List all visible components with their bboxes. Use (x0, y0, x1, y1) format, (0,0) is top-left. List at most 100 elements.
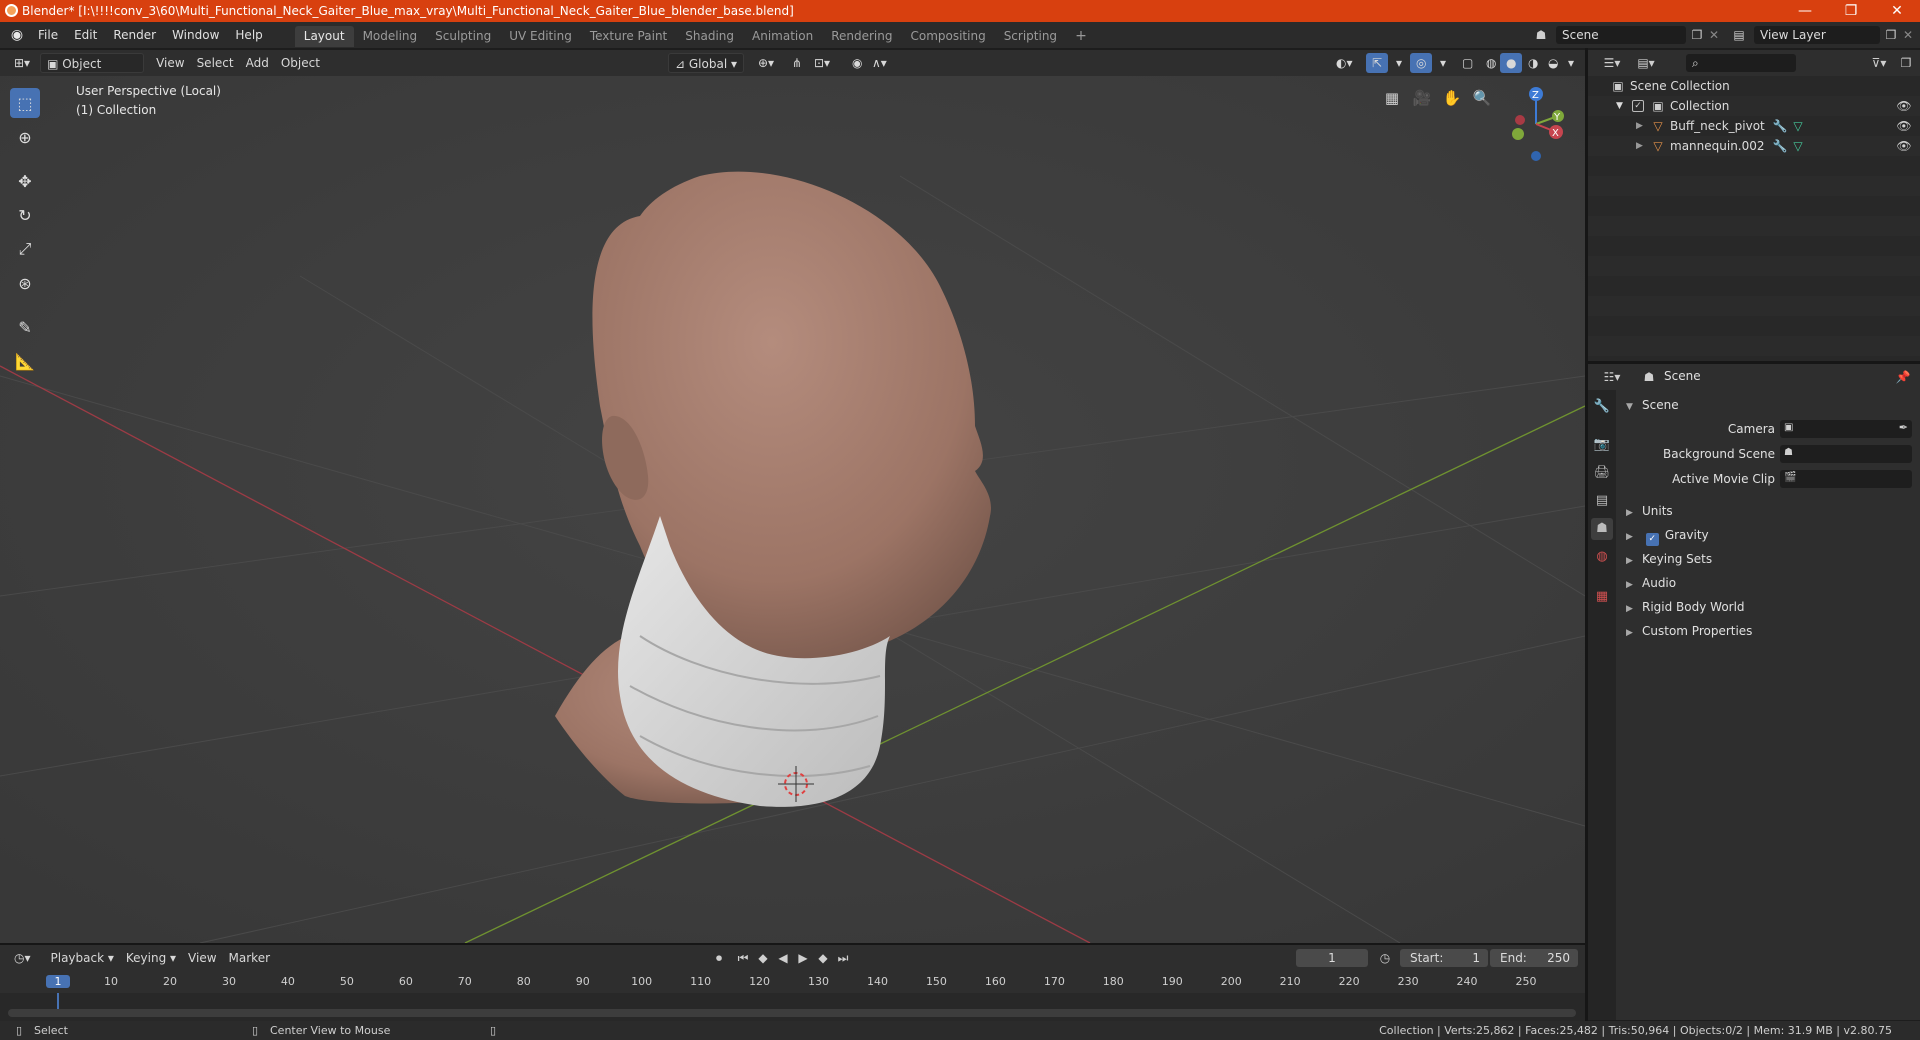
audio-panel-header[interactable]: ▶ Audio (1626, 572, 1676, 594)
scene-selector[interactable]: Scene (1556, 26, 1686, 44)
tab-animation[interactable]: Animation (743, 26, 822, 47)
measure-tool-icon[interactable]: 📐 (10, 346, 40, 376)
background-scene-field[interactable]: ☗ (1780, 445, 1912, 463)
transform-tool-icon[interactable]: ⊛ (10, 268, 40, 298)
minimize-button[interactable]: — (1782, 0, 1828, 22)
overlays-toggle-icon[interactable]: ◎ (1410, 53, 1433, 73)
outliner-row-object[interactable]: ▶ ▽ mannequin.002 🔧 ▽ 👁 (1588, 136, 1920, 156)
expand-toggle-icon[interactable]: ▶ (1636, 116, 1643, 136)
overlays-dropdown-icon[interactable]: ▾ (1434, 53, 1452, 73)
timeline-scrollbar[interactable] (8, 1009, 1576, 1017)
play-reverse-icon[interactable]: ◀ (774, 949, 792, 967)
delete-view-layer-icon[interactable]: ✕ (1900, 26, 1916, 44)
jump-end-icon[interactable]: ⏭ (834, 949, 852, 967)
jump-start-icon[interactable]: ⏮ (734, 949, 752, 967)
gizmo-dropdown-icon[interactable]: ▾ (1390, 53, 1408, 73)
rigid-body-world-panel-header[interactable]: ▶ Rigid Body World (1626, 596, 1745, 618)
display-mode-icon[interactable]: ▤▾ (1632, 54, 1660, 72)
menu-render[interactable]: Render (105, 22, 164, 48)
close-button[interactable]: ✕ (1874, 0, 1920, 22)
scale-tool-icon[interactable]: ⤢ (10, 234, 40, 264)
exclude-checkbox[interactable]: ✓ (1632, 100, 1644, 112)
gravity-panel-header[interactable]: ▶ ✓ Gravity (1626, 524, 1709, 546)
outliner-search-input[interactable]: ⌕ (1686, 54, 1796, 72)
jump-keyframe-back-icon[interactable]: ◆ (754, 949, 772, 967)
end-frame-field[interactable]: End: 250 (1490, 949, 1578, 967)
eye-icon[interactable]: 👁 (1896, 116, 1912, 136)
filter-icon[interactable]: ⊽▾ (1864, 54, 1894, 72)
eye-icon[interactable]: 👁 (1896, 96, 1912, 116)
mesh-data-icon[interactable]: ▽ (1790, 116, 1806, 136)
solid-shading-icon[interactable]: ● (1500, 53, 1523, 73)
modifier-wrench-icon[interactable]: 🔧 (1772, 136, 1788, 156)
blender-menu-icon[interactable]: ◉ (4, 27, 30, 43)
falloff-icon[interactable]: ∧▾ (866, 53, 893, 73)
outliner-row-object[interactable]: ▶ ▽ Buff_neck_pivot 🔧 ▽ 👁 (1588, 116, 1920, 136)
record-icon[interactable]: ⏺ (710, 949, 728, 967)
scene-panel-header[interactable]: ▼ Scene (1626, 394, 1679, 416)
camera-view-icon[interactable]: 🎥 (1410, 86, 1434, 110)
jump-keyframe-forward-icon[interactable]: ◆ (814, 949, 832, 967)
eye-icon[interactable]: 👁 (1896, 136, 1912, 156)
scene-icon[interactable]: ☗ (1528, 26, 1554, 44)
properties-editor-type-icon[interactable]: ☷▾ (1598, 368, 1626, 386)
new-collection-icon[interactable]: ❐ (1896, 54, 1916, 72)
add-workspace-button[interactable]: + (1066, 26, 1096, 47)
pin-icon[interactable]: 📌 (1894, 368, 1912, 386)
tool-tab-icon[interactable]: 🔧 (1591, 396, 1613, 418)
zoom-view-icon[interactable]: 🔍 (1470, 86, 1494, 110)
menu-view[interactable]: View (150, 53, 190, 73)
tab-scripting[interactable]: Scripting (995, 26, 1066, 47)
snap-target-icon[interactable]: ⊡▾ (808, 53, 836, 73)
modifier-wrench-icon[interactable]: 🔧 (1772, 116, 1788, 136)
menu-add[interactable]: Add (240, 53, 275, 73)
menu-help[interactable]: Help (227, 22, 270, 48)
navigation-gizmo[interactable]: Z Y X (1496, 80, 1576, 170)
active-movie-clip-field[interactable]: 🎬 (1780, 470, 1912, 488)
play-icon[interactable]: ▶ (794, 949, 812, 967)
toggle-grid-icon[interactable]: ▦ (1380, 86, 1404, 110)
xray-toggle-icon[interactable]: ▢ (1456, 53, 1479, 73)
tab-sculpting[interactable]: Sculpting (426, 26, 500, 47)
tab-texture-paint[interactable]: Texture Paint (581, 26, 676, 47)
gizmo-toggle-icon[interactable]: ⇱ (1366, 53, 1389, 73)
scene-tab-icon[interactable]: ☗ (1591, 518, 1613, 540)
expand-toggle-icon[interactable]: ▼ (1616, 96, 1623, 116)
outliner-row-scene-collection[interactable]: ▣ Scene Collection (1588, 76, 1920, 96)
tab-rendering[interactable]: Rendering (822, 26, 901, 47)
menu-marker[interactable]: Marker (223, 948, 276, 968)
tab-shading[interactable]: Shading (676, 26, 743, 47)
mode-selector[interactable]: ▣ Object Mode ▾ (40, 53, 145, 91)
custom-properties-panel-header[interactable]: ▶ Custom Properties (1626, 620, 1752, 642)
editor-type-icon[interactable]: ⊞▾ (8, 53, 36, 73)
select-box-tool-icon[interactable]: ⬚ (10, 88, 40, 118)
3d-viewport[interactable]: User Perspective (Local) (1) Collection … (0, 76, 1585, 943)
keying-sets-panel-header[interactable]: ▶ Keying Sets (1626, 548, 1712, 570)
camera-field[interactable]: ▣ ✒ (1780, 420, 1912, 438)
outliner-row-collection[interactable]: ▼ ✓ ▣ Collection 👁 (1588, 96, 1920, 116)
snap-icon[interactable]: ⋔ (786, 53, 808, 73)
menu-timeline-view[interactable]: View (182, 948, 222, 968)
menu-select[interactable]: Select (191, 53, 240, 73)
annotate-tool-icon[interactable]: ✎ (10, 312, 40, 342)
start-frame-field[interactable]: Start: 1 (1400, 949, 1488, 967)
menu-edit[interactable]: Edit (66, 22, 105, 48)
current-frame-field[interactable]: 1 (1296, 949, 1368, 967)
view-layer-icon[interactable]: ▤ (1726, 26, 1752, 44)
move-tool-icon[interactable]: ✥ (10, 166, 40, 196)
menu-window[interactable]: Window (164, 22, 227, 48)
tab-layout[interactable]: Layout (294, 26, 354, 47)
menu-object[interactable]: Object (275, 53, 326, 73)
transform-orientation-selector[interactable]: ⊿ Global ▾ (668, 53, 744, 73)
tab-uv-editing[interactable]: UV Editing (500, 26, 581, 47)
visibility-selector-icon[interactable]: ◐▾ (1330, 53, 1359, 73)
mesh-data-icon[interactable]: ▽ (1790, 136, 1806, 156)
menu-playback[interactable]: Playback ▾ (45, 948, 120, 968)
cursor-tool-icon[interactable]: ⊕ (10, 122, 40, 152)
eyedropper-icon[interactable]: ✒ (1899, 421, 1908, 434)
view-layer-tab-icon[interactable]: ▤ (1591, 490, 1613, 512)
texture-tab-icon[interactable]: ▦ (1591, 586, 1613, 608)
expand-toggle-icon[interactable]: ▶ (1636, 136, 1643, 156)
auto-keying-icon[interactable]: ◷ (1376, 949, 1394, 967)
pivot-point-icon[interactable]: ⊕▾ (752, 53, 780, 73)
